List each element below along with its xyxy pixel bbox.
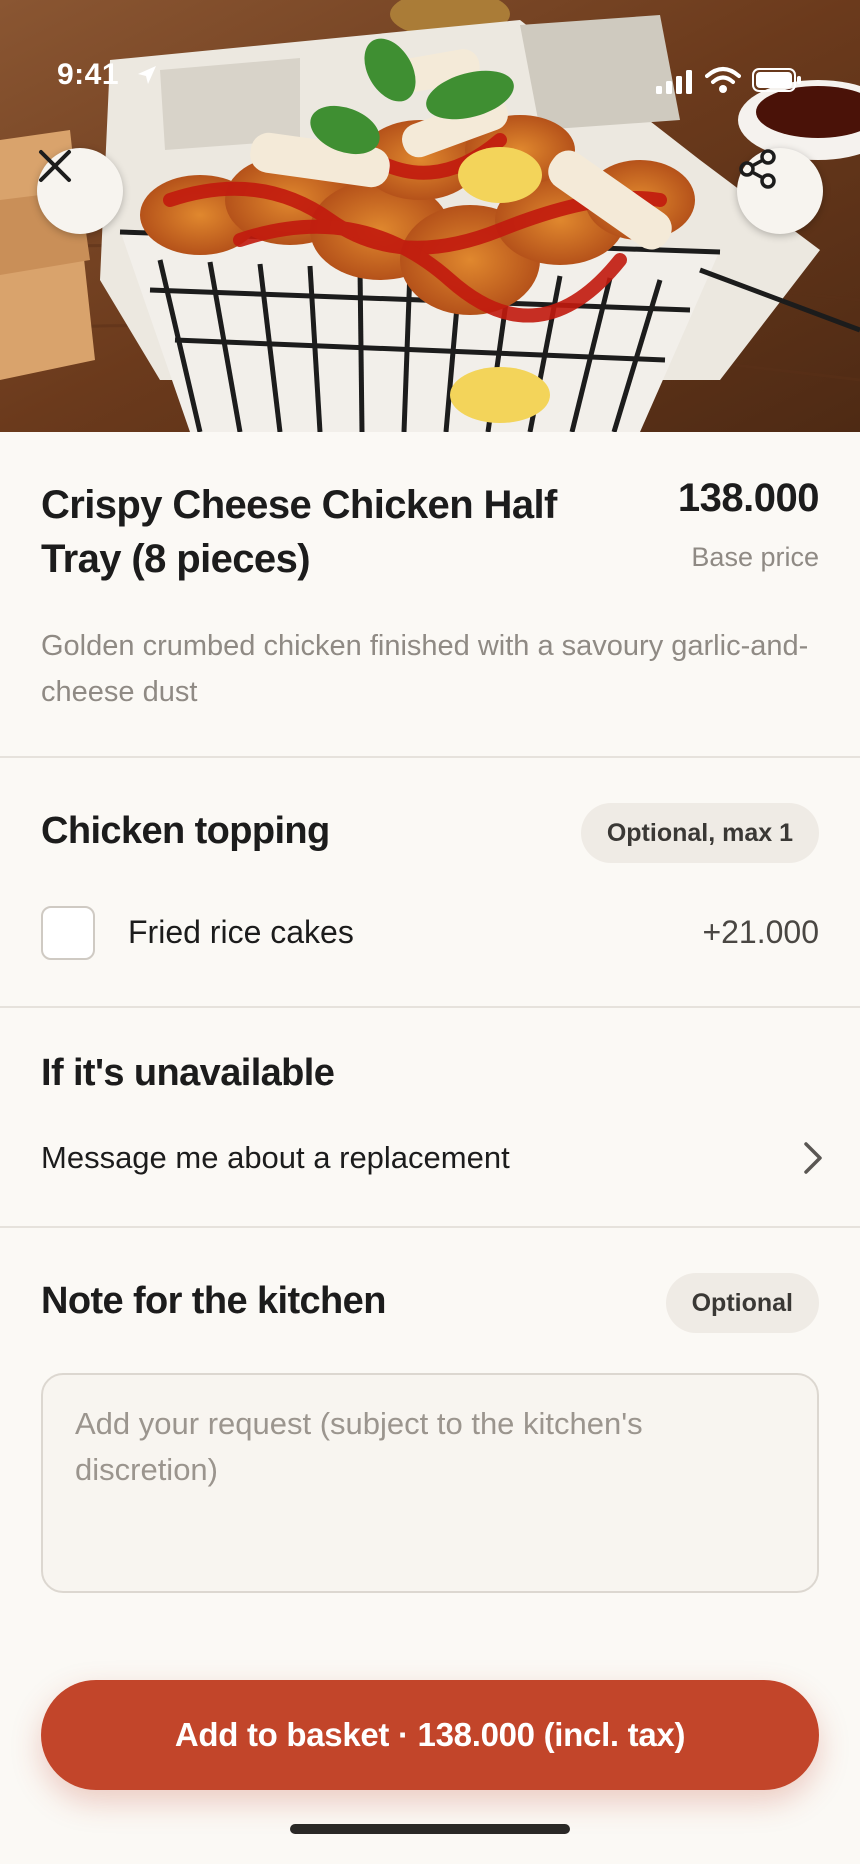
topping-heading: Chicken topping — [41, 810, 330, 852]
topping-optional-badge: Optional, max 1 — [580, 803, 819, 863]
price-caption: Base price — [691, 542, 819, 572]
unavailable-heading: If it's unavailable — [41, 1052, 335, 1094]
kitchen-note-input[interactable]: Add your request (subject to the kitchen… — [41, 1373, 819, 1593]
product-description: Golden crumbed chicken finished with a s… — [41, 630, 809, 708]
product-hero-image: 9:41 — [0, 0, 860, 432]
note-heading: Note for the kitchen — [41, 1280, 386, 1322]
close-icon — [39, 150, 71, 182]
topping-option-price: +21.000 — [702, 914, 819, 950]
status-time: 9:41 — [57, 58, 120, 91]
divider — [0, 1226, 860, 1228]
chevron-right-icon — [802, 1140, 824, 1181]
topping-option-label: Fried rice cakes — [128, 914, 354, 950]
divider — [0, 756, 860, 758]
share-button[interactable] — [737, 148, 823, 234]
topping-checkbox[interactable] — [41, 906, 95, 960]
kitchen-note-placeholder: Add your request (subject to the kitchen… — [75, 1406, 643, 1487]
product-price: 138.000 — [677, 476, 820, 520]
share-icon — [739, 149, 776, 189]
note-optional-badge: Optional — [665, 1273, 819, 1333]
divider — [0, 1006, 860, 1008]
close-button[interactable] — [37, 148, 123, 234]
product-title: Crispy Cheese Chicken Half Tray (8 piece… — [41, 483, 557, 581]
replacement-preference-label: Message me about a replacement — [41, 1140, 510, 1175]
home-indicator — [290, 1824, 570, 1834]
replacement-preference-row[interactable]: Message me about a replacement — [0, 1130, 860, 1196]
status-bar: 9:41 — [0, 0, 860, 100]
add-to-basket-button[interactable]: Add to basket · 138.000 (incl. tax) — [41, 1680, 819, 1790]
